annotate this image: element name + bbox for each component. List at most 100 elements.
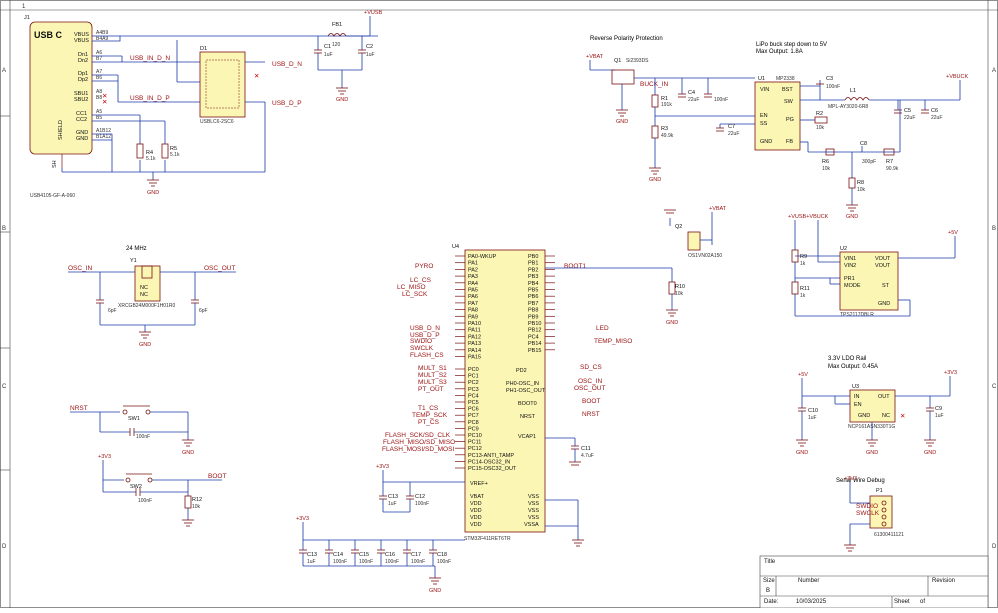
svg-text:USBLC6-2SC6: USBLC6-2SC6 (200, 119, 234, 125)
mcu-pin-label: PB9 (528, 314, 538, 320)
svg-text:J1: J1 (24, 15, 30, 21)
net-usb-dn: USB_D_N (272, 61, 302, 68)
cap-value: 100nF (437, 559, 451, 565)
svg-text:VOUT: VOUT (875, 263, 891, 269)
svg-text:Dn2: Dn2 (78, 58, 88, 64)
svg-text:1uF: 1uF (388, 501, 397, 507)
svg-text:VSS: VSS (528, 494, 539, 500)
mcu-pin-label: PB10 (528, 321, 541, 327)
mcu-pin-label: PC2 (468, 380, 479, 386)
mcu-pin-label: PA5 (468, 288, 478, 294)
svg-text:1k: 1k (800, 293, 806, 299)
cap-value: 100nF (333, 559, 347, 565)
svg-text:GND: GND (139, 342, 151, 348)
date-value: 10/03/2025 (796, 599, 827, 605)
mcu-pin-label: PB2 (528, 267, 538, 273)
cap-value: 100nF (411, 559, 425, 565)
svg-text:C3: C3 (826, 76, 833, 82)
svg-text:6pF: 6pF (199, 308, 208, 314)
mcu-pin-label: PA7 (468, 301, 478, 307)
svg-text:D1: D1 (200, 46, 207, 52)
svg-text:100nF: 100nF (826, 84, 840, 90)
zone-row-c: C (2, 384, 7, 390)
mcu-pin-label: PC6 (468, 407, 479, 413)
svg-text:300pF: 300pF (862, 159, 876, 165)
mcu-pin-label: PA8 (468, 308, 478, 314)
svg-text:+VUSB+VBUCK: +VUSB+VBUCK (788, 214, 829, 220)
decoupling-caps: +3V3 C13 1uF C12 100nF +3V3 C131uFC14100… (296, 464, 465, 594)
svg-text:MP2338: MP2338 (776, 76, 795, 82)
svg-text:GND: GND (924, 450, 936, 456)
svg-text:Sheet: Sheet (894, 599, 910, 605)
svg-text:C10: C10 (808, 408, 818, 414)
zone-row-a-right: A (992, 68, 996, 74)
svg-text:B7: B7 (96, 56, 102, 62)
svg-text:✕: ✕ (254, 73, 259, 80)
cap-ref: C17 (411, 552, 421, 558)
svg-text:Date:: Date: (764, 599, 779, 605)
svg-text:GND: GND (147, 190, 159, 196)
net-labels-usb-out: USB_D_N USB_D_P (272, 61, 302, 107)
svg-text:GND: GND (878, 301, 890, 307)
mcu-pin-label: PC15-OSC32_OUT (468, 466, 517, 472)
mcu-pin-label: PB4 (528, 281, 538, 287)
svg-text:49.9k: 49.9k (661, 133, 674, 139)
svg-text:CC2: CC2 (76, 117, 87, 123)
mcu-pin-label: PC12 (468, 446, 482, 452)
svg-text:B1A12: B1A12 (96, 134, 111, 140)
svg-text:R6: R6 (822, 159, 829, 165)
svg-text:22uF: 22uF (728, 131, 739, 137)
svg-text:✕: ✕ (900, 413, 905, 420)
svg-text:+3V3: +3V3 (944, 370, 957, 376)
svg-text:1uF: 1uF (324, 52, 333, 58)
svg-text:NRST: NRST (520, 414, 536, 420)
svg-text:B5: B5 (96, 115, 102, 121)
svg-text:C13: C13 (388, 494, 398, 500)
svg-text:1uF: 1uF (808, 415, 817, 421)
schematic-drawing: A B C D A B C D 1 USB C J1 USB4105-GF-A-… (0, 0, 998, 609)
svg-text:61300411121: 61300411121 (874, 532, 904, 538)
svg-text:Number: Number (798, 578, 819, 584)
svg-text:USB_D_N: USB_D_N (410, 325, 440, 332)
net-buck-in: BUCK_IN (640, 81, 668, 88)
zone-row-b-right: B (992, 226, 996, 232)
svg-text:GND: GND (649, 177, 661, 183)
svg-text:NRST: NRST (582, 411, 600, 418)
net-osc-in: OSC_IN (68, 265, 93, 272)
ldo-title: 3.3V LDO Rail (828, 356, 866, 362)
svg-text:LC_MISO: LC_MISO (397, 284, 426, 291)
tvs-diode-d1: D1 USBLC6-2SC6 ✕ (176, 40, 265, 125)
svg-text:of: of (920, 599, 925, 605)
cap-ref: C15 (359, 552, 369, 558)
svg-text:+5V: +5V (948, 230, 958, 236)
usb-title: USB C (34, 30, 63, 40)
svg-text:100nF: 100nF (138, 498, 152, 504)
ldo-subtitle: Max Output: 0.45A (828, 364, 878, 370)
mcu-pin-label: PB0 (528, 254, 538, 260)
svg-text:GND: GND (846, 214, 858, 220)
svg-text:+VBAT: +VBAT (709, 206, 727, 212)
ferrite-bead-fb1: FB1 120 +VUSB C1 1uF C2 1uF GND (314, 10, 383, 103)
usb-part: USB4105-GF-A-060 (30, 193, 75, 199)
svg-text:VDD: VDD (470, 515, 482, 521)
svg-text:L1: L1 (850, 88, 856, 94)
svg-text:R12: R12 (192, 497, 202, 503)
svg-text:VSSA: VSSA (524, 522, 539, 528)
net-usb-in-dp: USB_IN_D_P (130, 95, 170, 102)
svg-text:PT_CS: PT_CS (418, 419, 440, 426)
svg-text:ST: ST (882, 283, 890, 289)
svg-text:BOOT1: BOOT1 (564, 263, 586, 270)
svg-text:GND: GND (429, 588, 441, 594)
svg-text:191k: 191k (661, 102, 672, 108)
svg-text:B6: B6 (96, 75, 102, 81)
svg-text:NC: NC (882, 413, 890, 419)
reset-button-block: NRST SW1 100nF GND (70, 405, 194, 456)
svg-text:+VBUCK: +VBUCK (946, 74, 968, 80)
svg-text:C12: C12 (415, 494, 425, 500)
mcu-pin-label: PB7 (528, 301, 538, 307)
svg-text:FB1: FB1 (332, 22, 342, 28)
svg-text:SWCLK: SWCLK (856, 510, 880, 517)
svg-text:U1: U1 (758, 76, 765, 82)
svg-text:VDD: VDD (470, 508, 482, 514)
svg-text:OUT: OUT (878, 394, 890, 400)
